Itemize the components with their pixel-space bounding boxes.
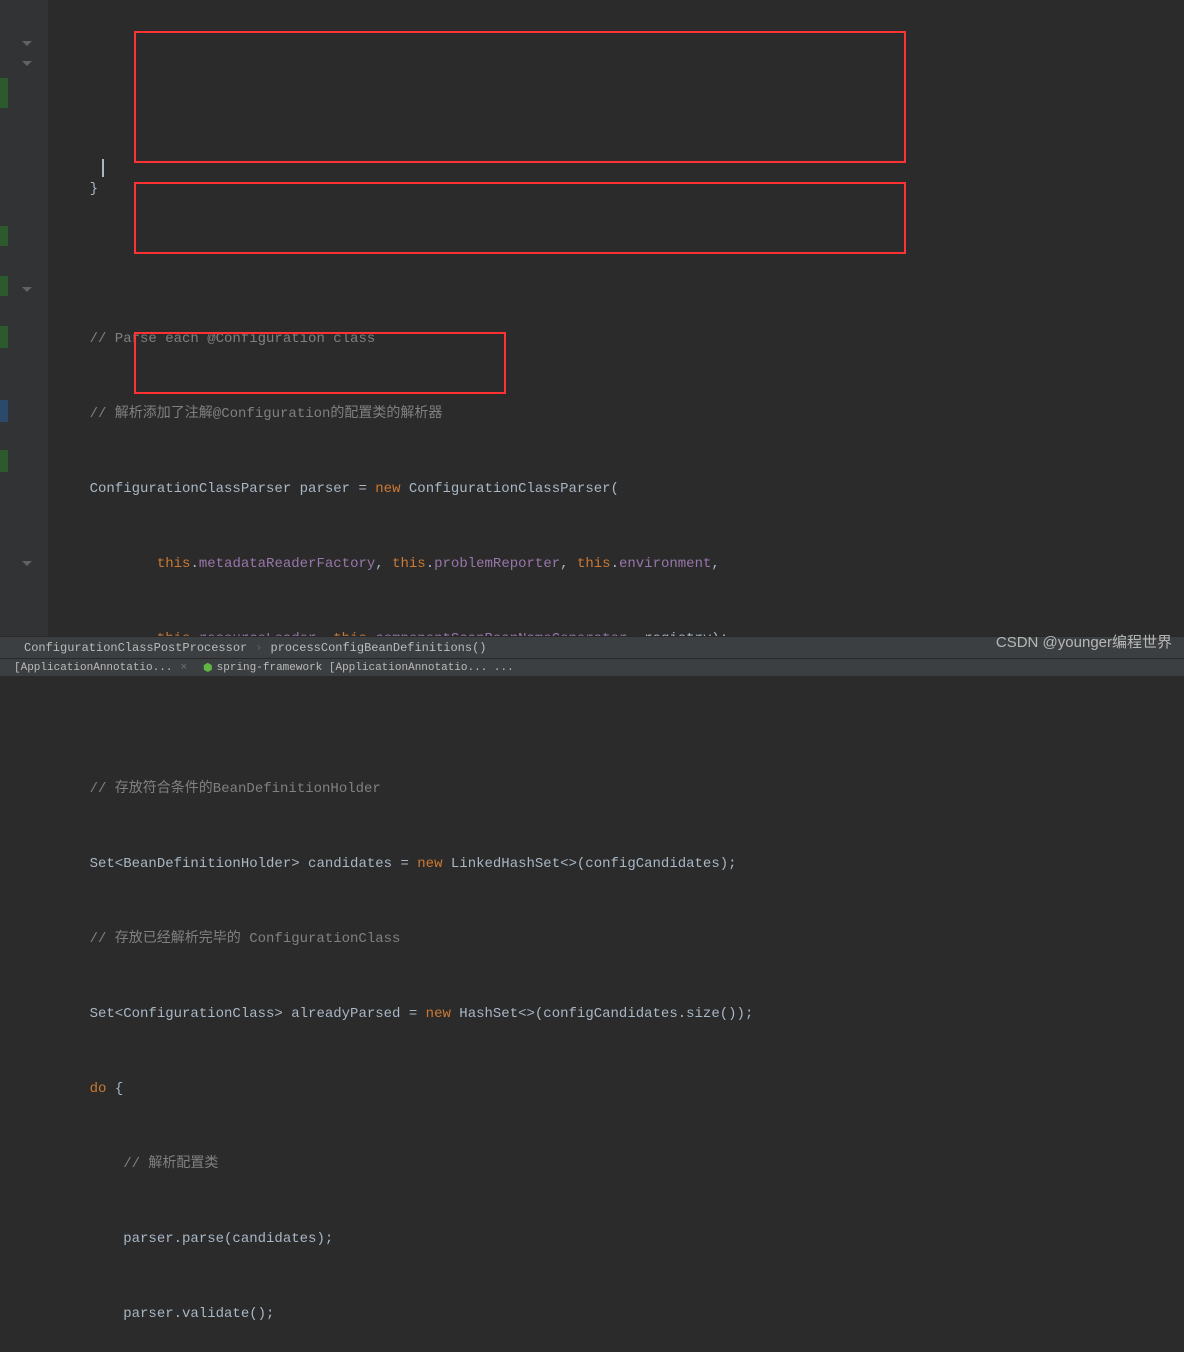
breadcrumb-item[interactable]: ConfigurationClassPostProcessor <box>24 641 247 655</box>
code-line: // Parse each @Configuration class <box>48 327 1184 352</box>
annotation-box <box>134 31 906 163</box>
tab-label: spring-framework [ApplicationAnnotatio..… <box>217 662 514 674</box>
watermark: CSDN @younger编程世界 <box>996 631 1172 652</box>
code-line: parser.parse(candidates); <box>48 1227 1184 1252</box>
code-line <box>48 252 1184 277</box>
vcs-change-marker[interactable] <box>0 400 8 422</box>
vcs-change-marker[interactable] <box>0 450 8 472</box>
code-line: } <box>48 177 1184 202</box>
vcs-change-marker[interactable] <box>0 326 8 348</box>
code-line <box>48 702 1184 727</box>
fold-icon[interactable] <box>20 282 34 296</box>
breadcrumb-item[interactable]: processConfigBeanDefinitions() <box>270 641 486 655</box>
code-line: // 存放符合条件的BeanDefinitionHolder <box>48 777 1184 802</box>
close-icon[interactable]: × <box>180 662 187 674</box>
caret <box>102 159 104 177</box>
fold-icon[interactable] <box>20 556 34 570</box>
gutter <box>0 0 48 640</box>
code-line: // 解析添加了注解@Configuration的配置类的解析器 <box>48 402 1184 427</box>
code-line: // 解析配置类 <box>48 1152 1184 1177</box>
code-line: Set<ConfigurationClass> alreadyParsed = … <box>48 1002 1184 1027</box>
code-line: parser.validate(); <box>48 1302 1184 1327</box>
vcs-change-marker[interactable] <box>0 226 8 246</box>
run-tab[interactable]: [ApplicationAnnotatio... × <box>6 662 195 674</box>
code-line: Set<BeanDefinitionHolder> candidates = n… <box>48 852 1184 877</box>
vcs-change-marker[interactable] <box>0 78 8 108</box>
code-line: // 存放已经解析完毕的 ConfigurationClass <box>48 927 1184 952</box>
breadcrumb-separator: › <box>255 641 262 655</box>
code-line: do { <box>48 1077 1184 1102</box>
run-icon: ⬢ <box>203 661 213 675</box>
code-area[interactable]: } // Parse each @Configuration class // … <box>48 0 1184 640</box>
fold-icon[interactable] <box>20 56 34 70</box>
code-line: ConfigurationClassParser parser = new Co… <box>48 477 1184 502</box>
tab-label: [ApplicationAnnotatio... <box>14 662 172 674</box>
code-line: this.metadataReaderFactory, this.problem… <box>48 552 1184 577</box>
fold-icon[interactable] <box>20 36 34 50</box>
run-tabs-bar: [ApplicationAnnotatio... × ⬢ spring-fram… <box>0 658 1184 676</box>
run-tab[interactable]: ⬢ spring-framework [ApplicationAnnotatio… <box>195 661 522 675</box>
vcs-change-marker[interactable] <box>0 276 8 296</box>
editor-area: } // Parse each @Configuration class // … <box>0 0 1184 640</box>
